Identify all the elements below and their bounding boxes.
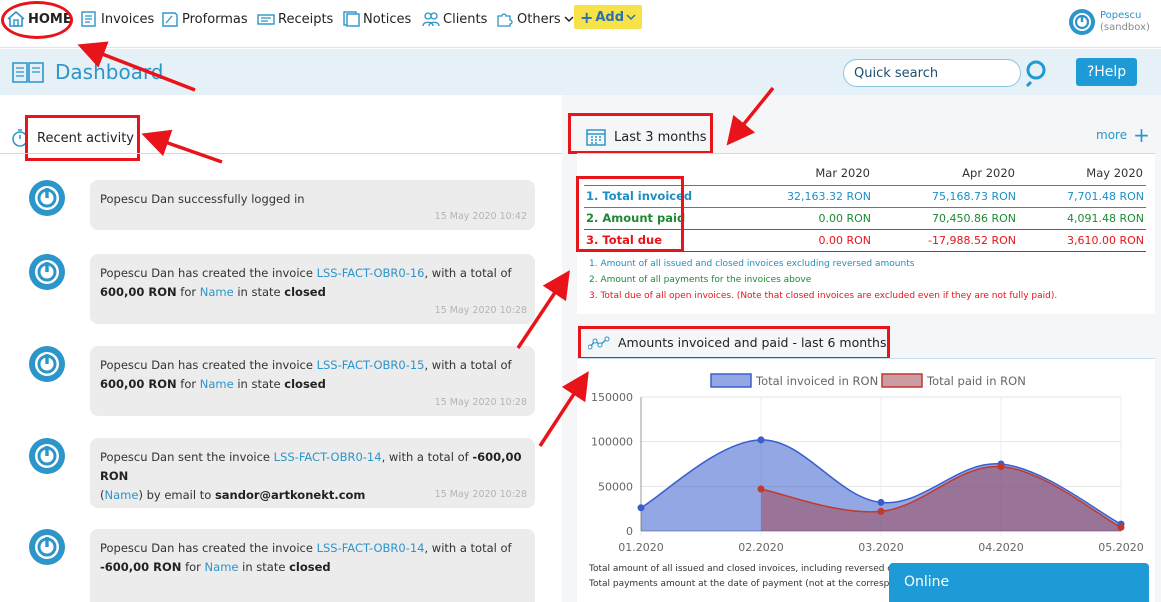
annotation-arrow — [141, 129, 223, 164]
annotation-arrow — [516, 270, 570, 349]
annotation-arrow — [77, 41, 196, 92]
chat-online-button[interactable]: Online — [889, 563, 1149, 602]
chat-label: Online — [904, 574, 950, 590]
annotation-arrow — [538, 371, 589, 447]
annotation-arrow — [726, 86, 775, 146]
annotation-arrows — [77, 41, 775, 447]
